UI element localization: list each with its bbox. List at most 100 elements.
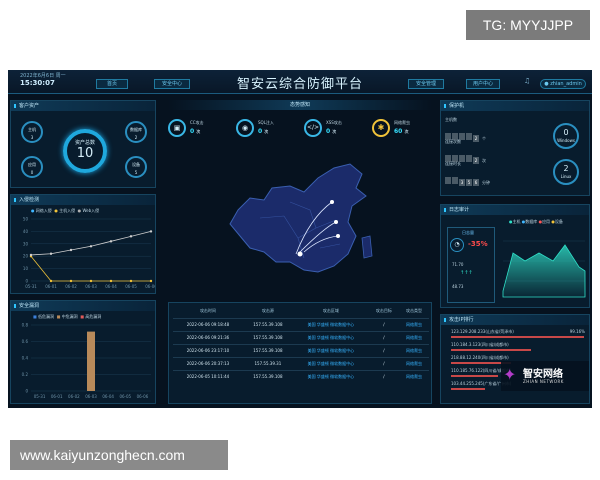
table-row[interactable]: 2022-06-06 09:21:36 157.55.39.108 美国 华盛顿 微… — [173, 331, 429, 344]
attack-log-table-panel: 攻击时间 攻击源 攻击区域 攻击目标 攻击类型 2022-06-06 09:18… — [168, 302, 432, 404]
asset-total: 资产总数 10 — [63, 129, 107, 173]
log-value-2: 48.73 — [452, 284, 464, 289]
y-tick-label: 10 — [23, 266, 29, 271]
database-icon: ◉ — [236, 119, 254, 137]
header: 2022年6月6日 周一 15:30:07 首页 安全中心 智安云综合防御平台 … — [8, 70, 592, 94]
table-cell: / — [383, 374, 385, 380]
series-line — [30, 231, 152, 256]
table-cell: / — [383, 361, 385, 366]
legend-dot-icon: ● — [77, 208, 82, 213]
attack-cc-number: 0 — [190, 128, 195, 135]
windows-label: Windows — [557, 138, 575, 143]
col-source[interactable]: 攻击源 — [243, 305, 293, 318]
table-cell: 网络爬虫 — [405, 373, 422, 379]
asset-database-value: 2 — [134, 135, 138, 140]
data-point — [29, 253, 33, 257]
intrusion-legend: ● 网络入侵 ● 主机入侵 ● Web入侵 — [31, 208, 99, 214]
watermark-bottom: www.kaiyunzonghecn.com — [10, 440, 228, 470]
y-tick-label: 40 — [23, 229, 29, 234]
asset-device[interactable]: 设备 5 — [125, 156, 147, 178]
attack-log-table: 攻击时间 攻击源 攻击区域 攻击目标 攻击类型 2022-06-06 09:18… — [173, 305, 429, 383]
y-tick-label: 50 — [23, 217, 29, 222]
list-item[interactable]: 110.184.3.123(四川省/成都市) — [451, 342, 585, 355]
situation-title: 态势感知 — [168, 100, 432, 110]
x-tick-label: 06-02 — [68, 394, 80, 399]
log-summary: 日志量 ◔ -35% 71.70 ↑↑↑ 48.73 — [447, 227, 495, 303]
attack-crawler[interactable]: ✱ 网络爬虫 60 次 — [372, 116, 436, 142]
data-point — [109, 279, 113, 283]
log-audit-title: 日志审计 — [441, 205, 589, 215]
y-tick-label: 0.4 — [22, 356, 29, 361]
ip-label: 110.184.3.123(四川省/成都市) — [451, 342, 509, 347]
protect-panel: 保护机 主机数 2 个连接次数 2 次连接时长 3 5 6 分钟 0 Windows 2 Lin… — [440, 100, 590, 196]
table-row[interactable]: 2022-06-06 09:18:48 157.55.39.108 美国 华盛顿 微… — [173, 318, 429, 331]
attack-xss-unit: 次 — [332, 129, 337, 134]
attack-sql[interactable]: ◉ SQL注入 0 次 — [236, 116, 298, 142]
col-type[interactable]: 攻击类型 — [399, 305, 429, 318]
protect-row: 主机数 2 个 — [445, 117, 490, 142]
ip-pct: 99.16% — [569, 329, 585, 334]
asset-database[interactable]: 数据库 2 — [125, 121, 147, 143]
list-item[interactable]: 123.129.208.233(山东省/菏泽市) 99.16% — [451, 329, 585, 342]
table-cell: 2022-06-05 10:11:44 — [186, 374, 230, 380]
log-audit-panel: 日志审计 ●主机 ●数据库 ●应用 ●设备 日志量 ◔ -35% 71.70 ↑… — [440, 204, 590, 308]
x-tick-label: 06-06 — [145, 284, 155, 289]
table-cell: / — [383, 322, 385, 327]
ip-bar — [451, 349, 532, 351]
x-tick-label: 06-01 — [45, 284, 57, 289]
col-region[interactable]: 攻击区域 — [293, 305, 369, 318]
log-legend-app: 应用 — [542, 219, 551, 224]
y-tick-label: 0.8 — [22, 323, 29, 328]
legend-dot-icon: ● — [54, 208, 58, 213]
protect-row-label: 连接时长 — [445, 161, 461, 166]
col-time[interactable]: 攻击时间 — [173, 305, 243, 318]
asset-host[interactable]: 主机 3 — [21, 121, 43, 143]
user-menu-button[interactable]: ● zhian_admin — [540, 79, 586, 89]
asset-total-label: 资产总数 — [74, 140, 95, 146]
vuln-legend-low: 低危漏洞 — [38, 314, 55, 319]
attack-sql-number: 0 — [258, 128, 263, 135]
windows-count[interactable]: 0 Windows — [553, 123, 579, 149]
asset-app[interactable]: 应用 0 — [21, 156, 43, 178]
attack-xss[interactable]: </> XSS攻击 0 次 — [304, 116, 366, 142]
attack-crawler-unit: 次 — [404, 129, 409, 134]
data-point — [109, 240, 113, 243]
digit-box — [452, 177, 458, 184]
table-cell: / — [383, 348, 385, 353]
table-cell: 网络爬虫 — [405, 347, 422, 353]
attack-stats: ▣ CC攻击 0 次 ◉ SQL注入 0 次 </> XSS攻击 0 次 ✱ 网… — [164, 114, 438, 144]
vuln-legend: ■ 低危漏洞 ■ 中危漏洞 ■ 高危漏洞 — [33, 314, 101, 320]
nav-security-manage-button[interactable]: 安全管理 — [408, 79, 444, 89]
assets-panel: 客户资产 主机 3 数据库 2 应用 0 设备 5 资产总数 10 — [10, 100, 156, 188]
attack-cc[interactable]: ▣ CC攻击 0 次 — [168, 116, 230, 142]
table-cell: 157.55.39.31 — [254, 361, 282, 366]
asset-host-label: 主机 — [28, 127, 36, 132]
x-tick-label: 06-02 — [65, 284, 77, 289]
asset-total-value: 10 — [76, 146, 94, 161]
data-point — [49, 279, 53, 283]
log-change-pct: -35% — [468, 240, 488, 248]
data-point — [69, 248, 73, 252]
table-cell: 网络爬虫 — [405, 334, 422, 340]
col-target[interactable]: 攻击目标 — [369, 305, 399, 318]
table-row[interactable]: 2022-06-06 23:17:10 157.55.39.108 美国 华盛顿 微… — [173, 344, 429, 357]
asset-host-value: 3 — [30, 135, 34, 140]
x-tick-label: 06-05 — [125, 284, 137, 289]
data-point — [49, 252, 53, 255]
digit-boxes: 3 5 6 分钟 — [445, 169, 490, 188]
x-tick-label: 05-31 — [25, 284, 37, 289]
table-row[interactable]: 2022-06-05 10:11:44 157.55.39.108 美国 华盛顿 微… — [173, 370, 429, 383]
nav-user-center-button[interactable]: 用户中心 — [466, 79, 500, 89]
china-map[interactable] — [220, 158, 380, 288]
windows-value: 0 — [563, 128, 569, 137]
log-legend-host: 主机 — [512, 219, 521, 224]
bell-icon[interactable]: ♫ — [524, 77, 530, 85]
user-icon: ● — [544, 81, 549, 87]
log-today-label: 日志量 — [462, 230, 474, 235]
linux-count[interactable]: 2 Linux — [553, 159, 579, 185]
table-cell: 157.55.39.108 — [253, 335, 283, 340]
table-row[interactable]: 2022-06-06 20:37:13 157.55.39.31 美国 华盛顿 微软… — [173, 357, 429, 370]
protect-rows: 主机数 2 个连接次数 2 次连接时长 3 5 6 分钟 — [445, 117, 490, 186]
asset-app-label: 应用 — [28, 162, 36, 167]
cc-attack-icon: ▣ — [168, 119, 186, 137]
